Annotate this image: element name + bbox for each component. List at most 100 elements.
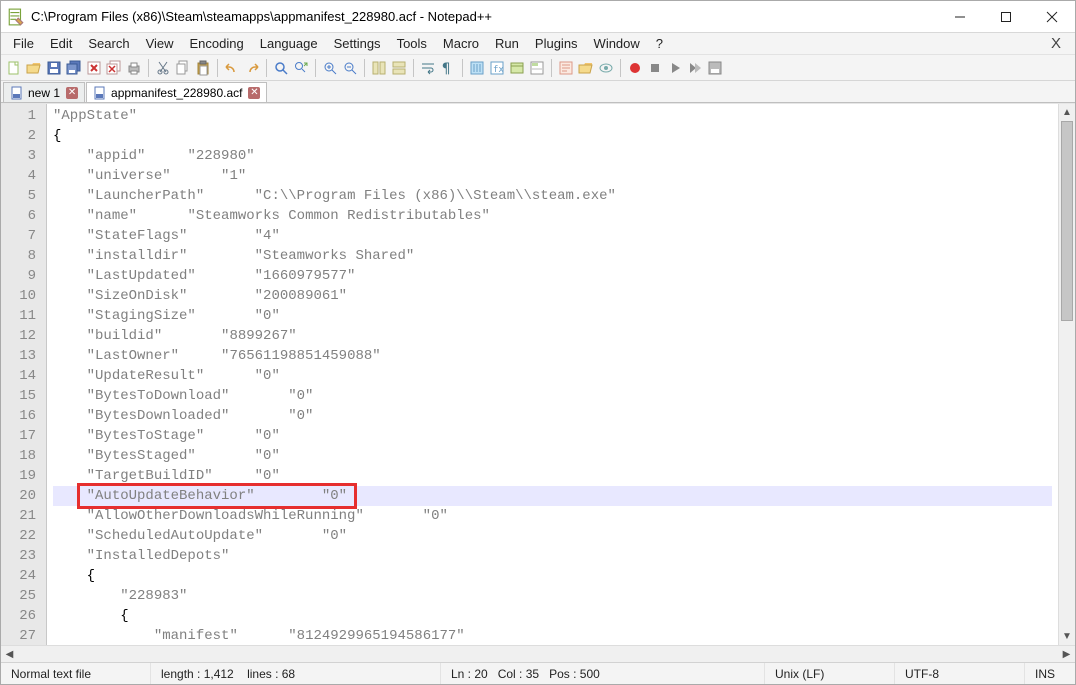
play-macro-icon[interactable] <box>666 59 684 77</box>
code-line-21[interactable]: "AllowOtherDownloadsWhileRunning" "0" <box>53 506 1052 526</box>
stop-macro-icon[interactable] <box>646 59 664 77</box>
menu-help[interactable]: ? <box>648 34 671 53</box>
code-line-4[interactable]: "universe" "1" <box>53 166 1052 186</box>
whitespace-icon[interactable]: ¶ <box>439 59 457 77</box>
tab-bar: new 1 ✕ appmanifest_228980.acf ✕ <box>1 81 1075 103</box>
code-line-2[interactable]: { <box>53 126 1052 146</box>
menu-encoding[interactable]: Encoding <box>182 34 252 53</box>
code-line-24[interactable]: { <box>53 566 1052 586</box>
code-line-10[interactable]: "SizeOnDisk" "200089061" <box>53 286 1052 306</box>
code-line-11[interactable]: "StagingSize" "0" <box>53 306 1052 326</box>
code-line-7[interactable]: "StateFlags" "4" <box>53 226 1052 246</box>
tab-label: new 1 <box>28 86 60 100</box>
code-line-6[interactable]: "name" "Steamworks Common Redistributabl… <box>53 206 1052 226</box>
menu-edit[interactable]: Edit <box>42 34 80 53</box>
menu-file[interactable]: File <box>5 34 42 53</box>
title-bar: C:\Program Files (x86)\Steam\steamapps\a… <box>1 1 1075 33</box>
editor: 1234567891011121314151617181920212223242… <box>1 103 1075 645</box>
close-all-icon[interactable] <box>105 59 123 77</box>
menu-view[interactable]: View <box>138 34 182 53</box>
code-line-18[interactable]: "BytesStaged" "0" <box>53 446 1052 466</box>
close-file-icon[interactable] <box>85 59 103 77</box>
code-line-8[interactable]: "installdir" "Steamworks Shared" <box>53 246 1052 266</box>
paste-icon[interactable] <box>194 59 212 77</box>
code-line-14[interactable]: "UpdateResult" "0" <box>53 366 1052 386</box>
monitor-icon[interactable] <box>597 59 615 77</box>
code-line-12[interactable]: "buildid" "8899267" <box>53 326 1052 346</box>
scroll-right-arrow[interactable]: ▶ <box>1058 646 1075 663</box>
code-line-27[interactable]: "manifest" "8124929965194586177" <box>53 626 1052 645</box>
code-area[interactable]: "AppState"{ "appid" "228980" "universe" … <box>47 104 1058 645</box>
word-wrap-icon[interactable] <box>419 59 437 77</box>
print-icon[interactable] <box>125 59 143 77</box>
indent-guide-icon[interactable] <box>468 59 486 77</box>
tab-label: appmanifest_228980.acf <box>111 86 242 100</box>
redo-icon[interactable] <box>243 59 261 77</box>
save-macro-icon[interactable] <box>706 59 724 77</box>
replace-icon[interactable] <box>292 59 310 77</box>
line-number-gutter: 1234567891011121314151617181920212223242… <box>1 104 47 645</box>
code-line-5[interactable]: "LauncherPath" "C:\\Program Files (x86)\… <box>53 186 1052 206</box>
record-macro-icon[interactable] <box>626 59 644 77</box>
cut-icon[interactable] <box>154 59 172 77</box>
func-list-icon[interactable] <box>557 59 575 77</box>
window-close-button[interactable] <box>1029 1 1075 32</box>
new-file-icon[interactable] <box>5 59 23 77</box>
tab-0[interactable]: new 1 ✕ <box>3 82 85 102</box>
search-icon[interactable] <box>272 59 290 77</box>
code-line-26[interactable]: { <box>53 606 1052 626</box>
sync-v-icon[interactable] <box>370 59 388 77</box>
scroll-up-arrow[interactable]: ▲ <box>1059 104 1075 121</box>
code-line-23[interactable]: "InstalledDepots" <box>53 546 1052 566</box>
code-line-1[interactable]: "AppState" <box>53 106 1052 126</box>
scrollbar-thumb[interactable] <box>1061 121 1073 321</box>
file-icon <box>93 86 107 100</box>
vertical-scrollbar[interactable]: ▲ ▼ <box>1058 104 1075 645</box>
code-line-16[interactable]: "BytesDownloaded" "0" <box>53 406 1052 426</box>
code-line-9[interactable]: "LastUpdated" "1660979577" <box>53 266 1052 286</box>
lang-icon[interactable]: fx <box>488 59 506 77</box>
code-line-22[interactable]: "ScheduledAutoUpdate" "0" <box>53 526 1052 546</box>
menu-window[interactable]: Window <box>586 34 648 53</box>
doc-map-icon[interactable] <box>528 59 546 77</box>
sync-h-icon[interactable] <box>390 59 408 77</box>
scroll-down-arrow[interactable]: ▼ <box>1059 628 1075 645</box>
code-line-19[interactable]: "TargetBuildID" "0" <box>53 466 1052 486</box>
toolbar: ¶ fx <box>1 55 1075 81</box>
window-minimize-button[interactable] <box>937 1 983 32</box>
code-line-15[interactable]: "BytesToDownload" "0" <box>53 386 1052 406</box>
code-line-20[interactable]: "AutoUpdateBehavior" "0" <box>53 486 1052 506</box>
menu-close-x[interactable]: X <box>1041 35 1071 52</box>
zoom-out-icon[interactable] <box>341 59 359 77</box>
tab-close-icon[interactable]: ✕ <box>66 87 78 99</box>
copy-icon[interactable] <box>174 59 192 77</box>
svg-text:¶: ¶ <box>442 61 450 76</box>
tab-1[interactable]: appmanifest_228980.acf ✕ <box>86 82 267 102</box>
status-filetype: Normal text file <box>1 663 151 684</box>
save-file-icon[interactable] <box>45 59 63 77</box>
menu-bar: FileEditSearchViewEncodingLanguageSettin… <box>1 33 1075 55</box>
menu-run[interactable]: Run <box>487 34 527 53</box>
play-multi-icon[interactable] <box>686 59 704 77</box>
status-length-lines: length : 1,412 lines : 68 <box>151 663 441 684</box>
code-line-3[interactable]: "appid" "228980" <box>53 146 1052 166</box>
tab-close-icon[interactable]: ✕ <box>248 87 260 99</box>
folder-open-icon[interactable] <box>577 59 595 77</box>
open-file-icon[interactable] <box>25 59 43 77</box>
window-maximize-button[interactable] <box>983 1 1029 32</box>
menu-settings[interactable]: Settings <box>326 34 389 53</box>
menu-search[interactable]: Search <box>80 34 137 53</box>
menu-tools[interactable]: Tools <box>389 34 435 53</box>
scroll-left-arrow[interactable]: ◀ <box>1 646 18 663</box>
save-all-icon[interactable] <box>65 59 83 77</box>
horizontal-scrollbar[interactable]: ◀ ▶ <box>1 645 1075 662</box>
menu-plugins[interactable]: Plugins <box>527 34 586 53</box>
menu-language[interactable]: Language <box>252 34 326 53</box>
code-line-13[interactable]: "LastOwner" "76561198851459088" <box>53 346 1052 366</box>
code-line-17[interactable]: "BytesToStage" "0" <box>53 426 1052 446</box>
undo-icon[interactable] <box>223 59 241 77</box>
zoom-in-icon[interactable] <box>321 59 339 77</box>
code-line-25[interactable]: "228983" <box>53 586 1052 606</box>
menu-macro[interactable]: Macro <box>435 34 487 53</box>
folder-icon[interactable] <box>508 59 526 77</box>
